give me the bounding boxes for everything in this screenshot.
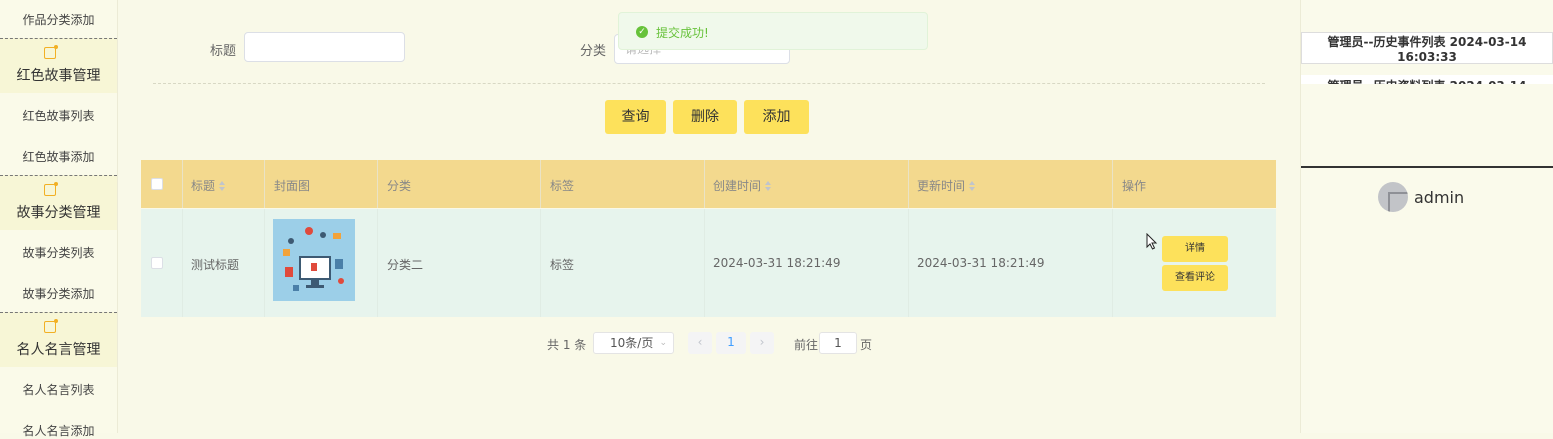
sidebar-group-story-category[interactable]: 故事分类管理 [0,175,117,230]
sidebar-item-quotes-list[interactable]: 名人名言列表 [0,381,117,398]
pagination-total: 共 1 条 [547,338,587,352]
sidebar-group-red-story[interactable]: 红色故事管理 [0,38,117,93]
sidebar-item-story-category-add[interactable]: 故事分类添加 [0,285,117,302]
right-panel: 管理员--历史事件列表 2024-03-14 16:03:33 管理员--历史资… [1300,0,1553,433]
column-header-cover: 封面图 [274,179,311,193]
edit-icon [44,45,58,59]
detail-button[interactable]: 详情 [1162,236,1228,262]
column-header-category: 分类 [387,179,412,193]
column-header-created[interactable]: 创建时间 [713,177,772,194]
history-item[interactable]: 管理员--历史事件列表 2024-03-14 16:03:33 [1301,32,1553,64]
view-comments-button[interactable]: 查看评论 [1162,265,1228,291]
toast-message: 提交成功! [656,26,709,40]
history-item[interactable]: 管理员--历史资料列表 2024-03-14 [1301,75,1553,84]
cover-image [273,219,355,301]
cell-updated: 2024-03-31 18:21:49 [917,256,1045,270]
page-size-select[interactable]: 10条/页 ⌄ [593,332,674,354]
sidebar-group-label: 名人名言管理 [16,342,101,358]
delete-button[interactable]: 删除 [673,100,737,134]
cell-title: 测试标题 [191,258,240,272]
cursor-icon [1146,233,1158,250]
next-page-button[interactable]: › [750,332,774,354]
table-header: 标题 封面图 分类 标签 创建时间 更新时间 操作 [141,160,1276,208]
chevron-down-icon: ⌄ [659,338,667,348]
sidebar-item-quotes-add[interactable]: 名人名言添加 [0,422,117,439]
sidebar-item-story-category-list[interactable]: 故事分类列表 [0,244,117,261]
history-list: 管理员--历史事件列表 2024-03-14 16:03:33 管理员--历史资… [1301,29,1553,84]
add-button[interactable]: 添加 [744,100,809,134]
cell-category: 分类二 [387,258,424,272]
page-size-value: 10条/页 [610,336,654,350]
row-checkbox[interactable] [151,257,163,269]
edit-icon [44,182,58,196]
select-all-checkbox[interactable] [151,178,163,190]
cell-tag: 标签 [550,258,575,272]
cell-created: 2024-03-31 18:21:49 [713,256,841,270]
sort-icon[interactable] [969,181,976,191]
divider [153,83,1265,84]
column-header-tag: 标签 [550,179,575,193]
sidebar-group-label: 红色故事管理 [16,68,101,84]
check-circle-icon: ✓ [636,26,648,38]
prev-page-button[interactable]: ‹ [688,332,712,354]
goto-label: 前往 [794,338,819,352]
sort-icon[interactable] [219,181,226,191]
goto-page-input[interactable]: 1 [819,332,857,354]
sidebar-group-quotes[interactable]: 名人名言管理 [0,312,117,367]
sort-icon[interactable] [765,181,772,191]
avatar[interactable] [1378,182,1408,212]
table-row: 测试标题 分类二 标签 2024-03-31 18:21:49 2024-03-… [141,209,1276,317]
query-button[interactable]: 查询 [605,100,666,134]
sidebar: 作品分类添加 红色故事管理 红色故事列表 红色故事添加 故事分类管理 故事分类列… [0,0,118,438]
column-header-title[interactable]: 标题 [191,177,226,194]
divider [1301,166,1553,168]
sidebar-item-red-story-add[interactable]: 红色故事添加 [0,148,117,165]
title-label: 标题 [210,44,237,59]
success-toast: ✓ 提交成功! [618,12,928,50]
sidebar-group-label: 故事分类管理 [16,205,101,221]
page-number[interactable]: 1 [716,332,746,354]
username[interactable]: admin [1414,188,1464,207]
column-header-updated[interactable]: 更新时间 [917,177,976,194]
title-input[interactable] [244,32,405,62]
sidebar-item-work-category-add[interactable]: 作品分类添加 [0,11,117,28]
category-label: 分类 [580,44,607,59]
sidebar-item-red-story-list[interactable]: 红色故事列表 [0,107,117,124]
edit-icon [44,319,58,333]
page-suffix: 页 [860,338,873,352]
column-header-actions: 操作 [1122,179,1147,193]
